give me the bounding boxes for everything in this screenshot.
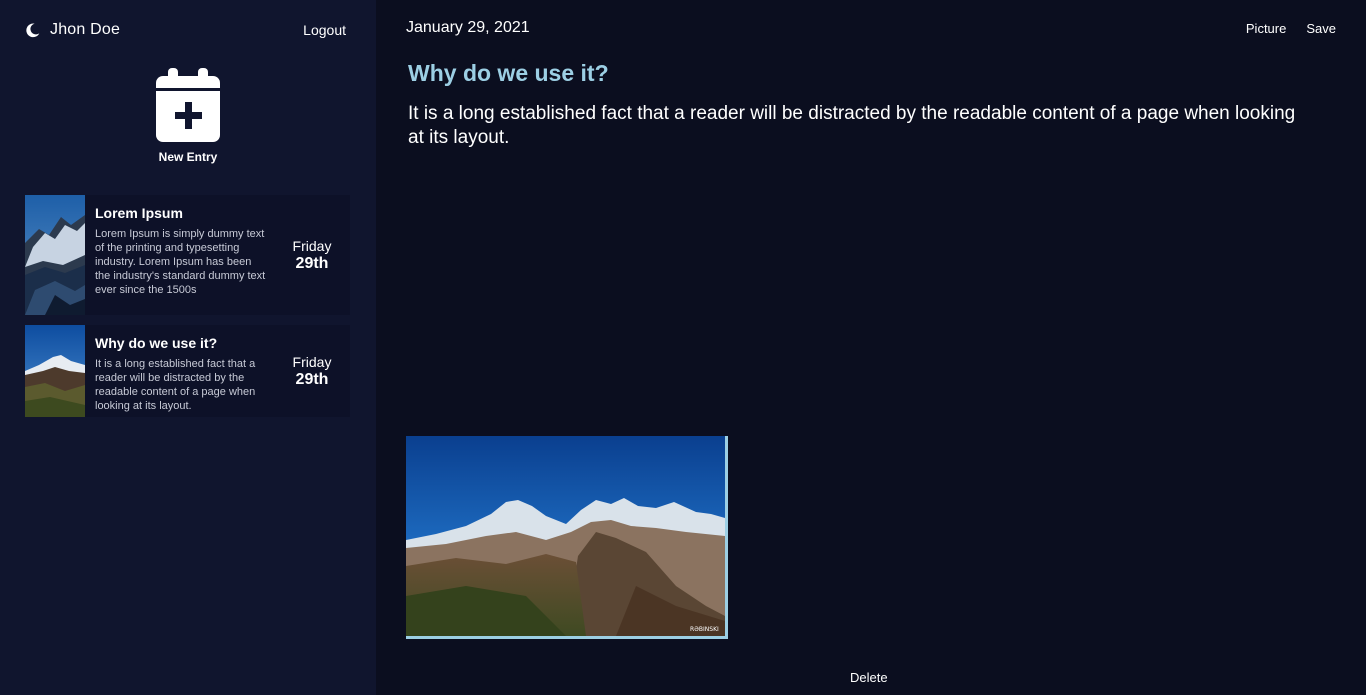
picture-button[interactable]: Picture: [1246, 21, 1286, 36]
entry-body: Lorem Ipsum Lorem Ipsum is simply dummy …: [85, 195, 275, 315]
entry-day: Friday: [292, 353, 332, 370]
user-name: Jhon Doe: [50, 21, 121, 38]
entry-title: Lorem Ipsum: [95, 205, 183, 221]
new-entry-button[interactable]: New Entry: [138, 68, 238, 164]
entry-body-text[interactable]: It is a long established fact that a rea…: [408, 102, 1308, 150]
entry-list: Lorem Ipsum Lorem Ipsum is simply dummy …: [25, 195, 350, 427]
main-panel: January 29, 2021 Picture Save Why do we …: [376, 0, 1366, 695]
svg-text:RƏBINSKI: RƏBINSKI: [690, 626, 719, 633]
save-button[interactable]: Save: [1306, 21, 1336, 36]
delete-button[interactable]: Delete: [850, 670, 888, 685]
entry-thumbnail: [25, 195, 85, 315]
entry-item[interactable]: Lorem Ipsum Lorem Ipsum is simply dummy …: [25, 195, 350, 315]
toolbar: Picture Save: [1246, 21, 1336, 36]
entry-title: Why do we use it?: [95, 335, 218, 351]
entry-date: Friday 29th: [275, 325, 353, 417]
moon-icon[interactable]: [24, 22, 41, 39]
entry-item[interactable]: Why do we use it? It is a long establish…: [25, 325, 350, 417]
logout-button[interactable]: Logout: [303, 22, 346, 38]
entry-thumbnail: [25, 325, 85, 417]
entry-date-number: 29th: [295, 254, 329, 272]
entry-body: Why do we use it? It is a long establish…: [85, 325, 275, 417]
sidebar: Jhon Doe Logout New Entry Lorem Ipsum Lo…: [0, 0, 376, 695]
sidebar-header: Jhon Doe Logout: [24, 18, 346, 42]
entry-day: Friday: [292, 237, 332, 254]
entry-photo: RƏBINSKI: [406, 436, 725, 636]
entry-photo-frame: RƏBINSKI: [406, 436, 728, 639]
calendar-plus-icon: [156, 68, 220, 142]
entry-date-number: 29th: [295, 370, 329, 388]
entry-title-heading[interactable]: Why do we use it?: [408, 60, 609, 87]
entry-date: Friday 29th: [275, 195, 353, 315]
user-info: Jhon Doe: [24, 21, 120, 39]
entry-date-heading: January 29, 2021: [406, 19, 530, 36]
new-entry-label: New Entry: [158, 150, 218, 164]
entry-excerpt: Lorem Ipsum is simply dummy text of the …: [95, 228, 266, 296]
entry-excerpt: It is a long established fact that a rea…: [95, 358, 256, 412]
